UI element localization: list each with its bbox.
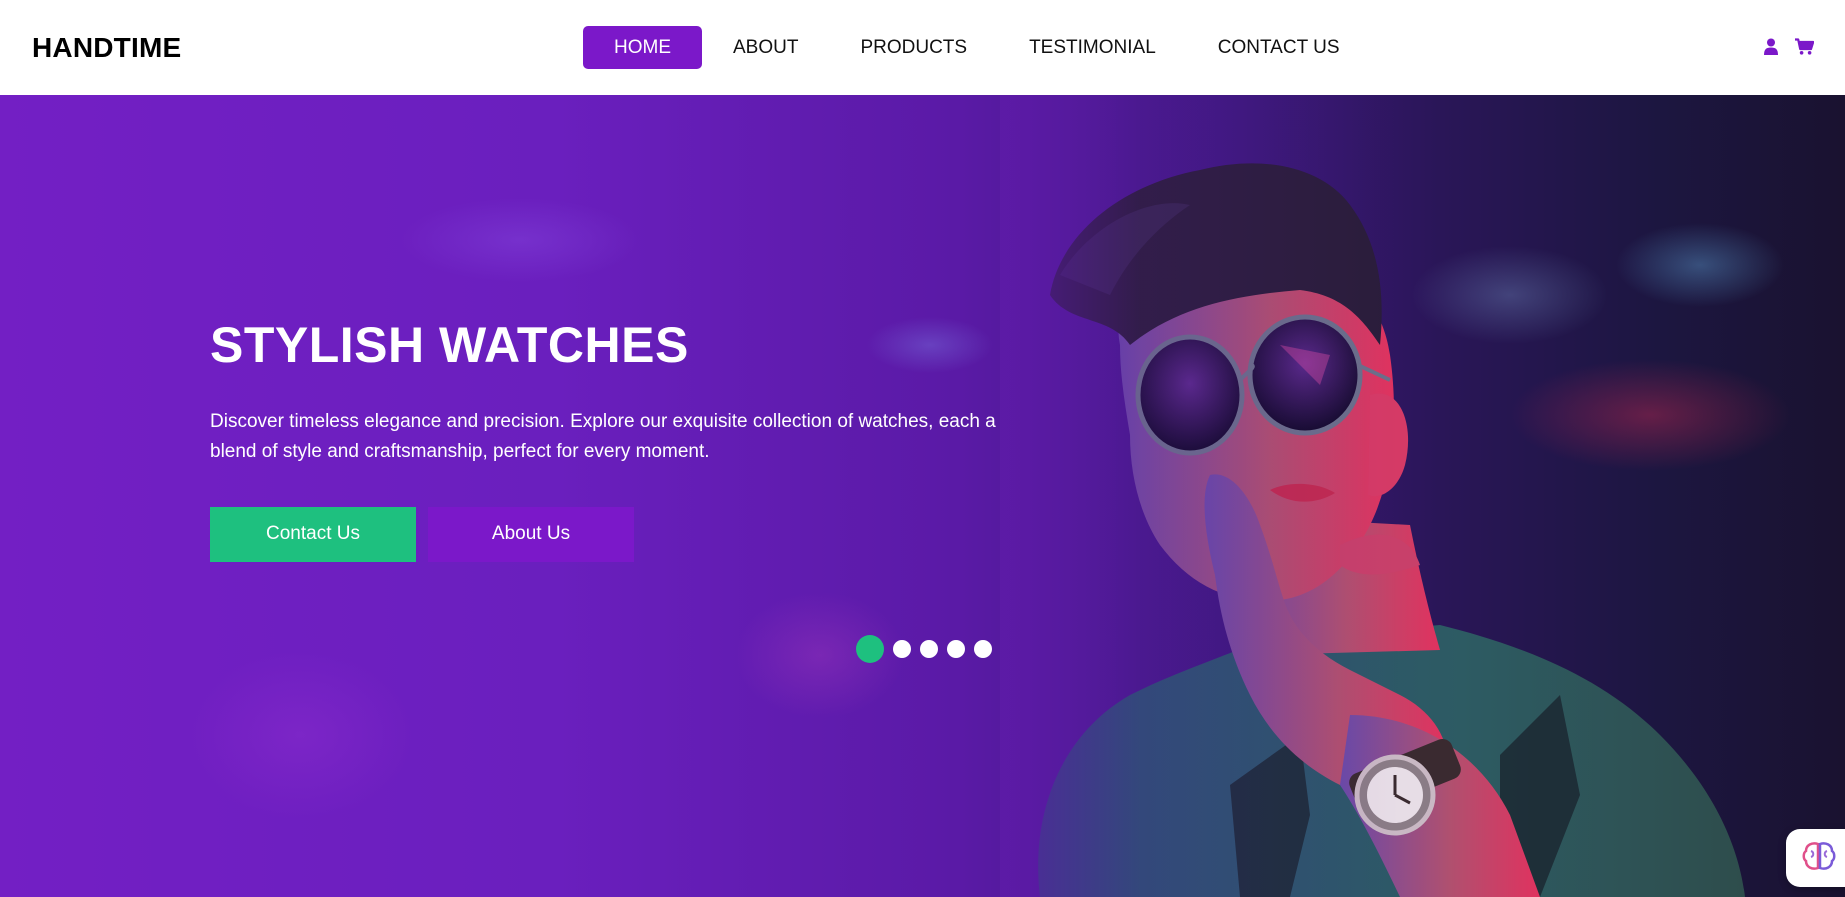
- nav-item-home[interactable]: HOME: [583, 26, 702, 69]
- carousel-dot-1[interactable]: [856, 635, 884, 663]
- header-icons: [1764, 38, 1814, 55]
- hero-content: STYLISH WATCHES Discover timeless elegan…: [210, 317, 1040, 562]
- carousel-dot-3[interactable]: [920, 640, 938, 658]
- carousel-dot-5[interactable]: [974, 640, 992, 658]
- hero-banner: STYLISH WATCHES Discover timeless elegan…: [0, 95, 1845, 897]
- user-icon[interactable]: [1764, 38, 1778, 55]
- nav-item-products[interactable]: PRODUCTS: [829, 26, 998, 69]
- brain-assistant-icon: [1802, 841, 1836, 876]
- hero-description: Discover timeless elegance and precision…: [210, 410, 996, 462]
- main-nav: HOME ABOUT PRODUCTS TESTIMONIAL CONTACT …: [583, 26, 1371, 69]
- nav-item-about[interactable]: ABOUT: [702, 26, 829, 69]
- nav-item-testimonial[interactable]: TESTIMONIAL: [998, 26, 1187, 69]
- assistant-widget[interactable]: [1786, 829, 1845, 887]
- contact-us-button[interactable]: Contact Us: [210, 506, 416, 562]
- site-header: HANDTIME HOME ABOUT PRODUCTS TESTIMONIAL…: [0, 0, 1845, 95]
- carousel-dot-2[interactable]: [893, 640, 911, 658]
- brand-logo[interactable]: HANDTIME: [32, 32, 181, 64]
- about-us-button[interactable]: About Us: [428, 506, 634, 562]
- carousel-indicators: [856, 635, 992, 663]
- nav-item-contact-us[interactable]: CONTACT US: [1187, 26, 1371, 69]
- hero-buttons: Contact Us About Us: [210, 506, 1040, 562]
- cart-icon[interactable]: [1795, 38, 1814, 55]
- carousel-dot-4[interactable]: [947, 640, 965, 658]
- hero-title: STYLISH WATCHES: [210, 317, 689, 373]
